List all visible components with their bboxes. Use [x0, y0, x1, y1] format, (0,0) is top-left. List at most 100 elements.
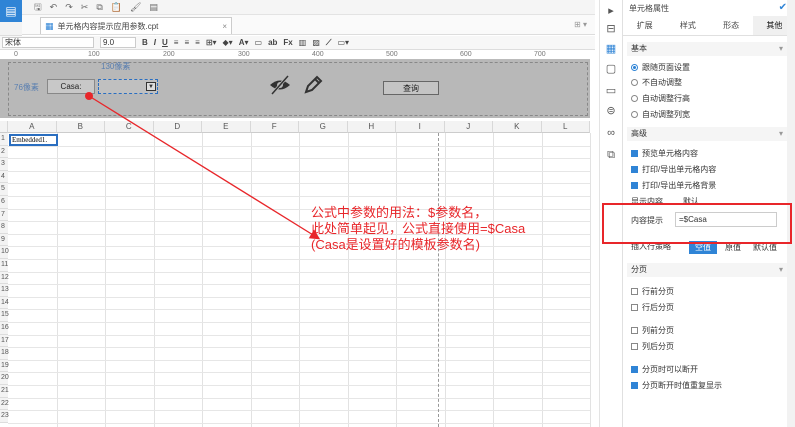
copy-page-icon[interactable]: ⧉	[604, 148, 618, 162]
row-header[interactable]: 22	[0, 397, 9, 411]
row-header[interactable]: 16	[0, 322, 9, 335]
font-family-select[interactable]: 宋体	[2, 37, 94, 48]
check-preview[interactable]: 预览单元格内容	[631, 148, 698, 159]
underline-icon[interactable]: U	[162, 38, 168, 47]
row-header[interactable]: 20	[0, 372, 9, 385]
cell-grid-icon[interactable]: ▦	[604, 42, 618, 56]
radio-follow-page[interactable]: 跟随页面设置	[631, 62, 690, 73]
check-col-before[interactable]: 列前分页	[631, 325, 674, 336]
align-left-icon[interactable]: ≡	[174, 38, 179, 47]
check-print-content[interactable]: 打印/导出单元格内容	[631, 164, 716, 175]
app-logo-icon[interactable]: ▤	[0, 0, 22, 22]
font-size-select[interactable]: 9.0	[100, 37, 136, 48]
element-icon[interactable]: ▭	[604, 84, 618, 98]
section-advanced[interactable]: 高级 ▾	[627, 127, 787, 141]
cut-icon[interactable]: ✂	[81, 1, 89, 13]
row-header[interactable]: 12	[0, 271, 9, 285]
column-header[interactable]: G	[299, 121, 348, 133]
preview-icon[interactable]: ▤	[149, 1, 158, 13]
align-center-icon[interactable]: ≡	[184, 38, 189, 47]
tab-form[interactable]: 形态	[710, 16, 753, 35]
column-header[interactable]: L	[541, 121, 590, 133]
row-header[interactable]: 3	[0, 158, 8, 171]
row-header[interactable]: 15	[0, 309, 9, 322]
column-header[interactable]: E	[202, 121, 251, 133]
column-header[interactable]: A	[8, 121, 57, 133]
slash-icon[interactable]: ⟋	[326, 38, 332, 48]
row-header[interactable]: 21	[0, 385, 9, 398]
row-header[interactable]: 13	[0, 284, 9, 297]
merge-icon[interactable]: ▭	[255, 38, 263, 47]
tab-style[interactable]: 样式	[666, 16, 709, 35]
row-header[interactable]: 11	[0, 259, 8, 272]
fill-color-icon[interactable]: ◆▾	[223, 38, 233, 47]
check-print-bg[interactable]: 打印/导出单元格背景	[631, 180, 716, 191]
query-button[interactable]: 查询	[383, 81, 439, 95]
casa-label-widget[interactable]: Casa:	[47, 79, 95, 94]
text-cell-icon[interactable]: ab	[268, 38, 277, 47]
column-header[interactable]: H	[347, 121, 396, 133]
condition-icon[interactable]: ⊜	[604, 104, 618, 118]
radio-auto-height[interactable]: 自动调整行高	[631, 93, 690, 104]
border-icon[interactable]: ⊞▾	[206, 38, 217, 47]
row-header[interactable]: 5	[0, 183, 8, 196]
column-header[interactable]: K	[493, 121, 542, 133]
spreadsheet-grid[interactable]: ABCDEFGHIJKL 1 2 3 4 5 6 7 8 9 10 11 12 13 14 15 16 17 18…	[0, 121, 591, 427]
tab-report[interactable]: ▦ 单元格内容提示应用参数.cpt ×	[40, 17, 232, 34]
pencil-icon[interactable]	[302, 74, 324, 96]
expand-arrow-icon[interactable]: ▸	[604, 4, 618, 18]
chart-icon[interactable]: ▥	[299, 38, 307, 47]
radio-auto-width[interactable]: 自动调整列宽	[631, 109, 690, 120]
paste-icon[interactable]: 📋	[111, 1, 122, 13]
undo-icon[interactable]: ↶	[50, 1, 58, 13]
image-icon[interactable]: ▨	[312, 38, 320, 47]
row-header[interactable]: 8	[0, 221, 8, 234]
font-color-icon[interactable]: A▾	[239, 38, 249, 47]
close-icon[interactable]: ×	[222, 22, 227, 31]
row-header[interactable]: 18	[0, 347, 9, 360]
column-header[interactable]: F	[250, 121, 299, 133]
section-page[interactable]: 分页 ▾	[627, 263, 787, 277]
check-col-after[interactable]: 列后分页	[631, 341, 674, 352]
row-header[interactable]: 9	[0, 233, 8, 247]
tab-expand[interactable]: 扩展	[623, 16, 666, 35]
widget-icon[interactable]: ▢	[604, 62, 618, 76]
check-repeat-value[interactable]: 分页断开时值重复显示	[631, 380, 722, 391]
row-header[interactable]: 10	[0, 246, 9, 259]
tab-list-icon[interactable]: ⊞ ▾	[574, 20, 587, 29]
cell-a1[interactable]: Embedded1.	[9, 134, 58, 146]
italic-icon[interactable]: I	[154, 38, 156, 47]
row-header[interactable]: 7	[0, 208, 8, 222]
format-painter-icon[interactable]: 🖌	[130, 1, 141, 13]
row-header[interactable]: 23	[0, 410, 9, 423]
dropdown-arrow-icon[interactable]: ▼	[146, 82, 156, 91]
row-header[interactable]: 6	[0, 196, 8, 209]
row-header[interactable]: 14	[0, 296, 9, 310]
copy-icon[interactable]: ⧉	[96, 1, 102, 13]
bold-icon[interactable]: B	[142, 38, 148, 47]
formula-icon[interactable]: Fx	[283, 38, 292, 47]
confirm-check-icon[interactable]: ✔	[779, 2, 787, 13]
column-header[interactable]: B	[56, 121, 105, 133]
cell-attr-icon[interactable]: ⊟	[604, 22, 618, 36]
check-row-after[interactable]: 行后分页	[631, 302, 674, 313]
check-row-before[interactable]: 行前分页	[631, 286, 674, 297]
radio-no-adjust[interactable]: 不自动调整	[631, 77, 682, 88]
link-icon[interactable]: ∞	[604, 126, 618, 140]
row-header[interactable]: 17	[0, 334, 9, 348]
section-basic[interactable]: 基本 ▾	[627, 42, 787, 56]
save-icon[interactable]: 🖫	[34, 1, 42, 13]
check-page-break[interactable]: 分页时可以断开	[631, 364, 698, 375]
align-right-icon[interactable]: ≡	[195, 38, 200, 47]
column-header[interactable]: J	[444, 121, 493, 133]
row-header[interactable]: 1	[0, 133, 8, 146]
column-header[interactable]: D	[153, 121, 202, 133]
column-header[interactable]: C	[105, 121, 154, 133]
row-header[interactable]: 2	[0, 145, 8, 159]
grid-corner[interactable]	[0, 121, 8, 133]
row-header[interactable]: 4	[0, 170, 8, 184]
row-header[interactable]: 19	[0, 359, 9, 373]
casa-combobox[interactable]: ▼	[98, 79, 158, 94]
redo-icon[interactable]: ↷	[65, 1, 73, 13]
column-header[interactable]: I	[396, 121, 445, 133]
